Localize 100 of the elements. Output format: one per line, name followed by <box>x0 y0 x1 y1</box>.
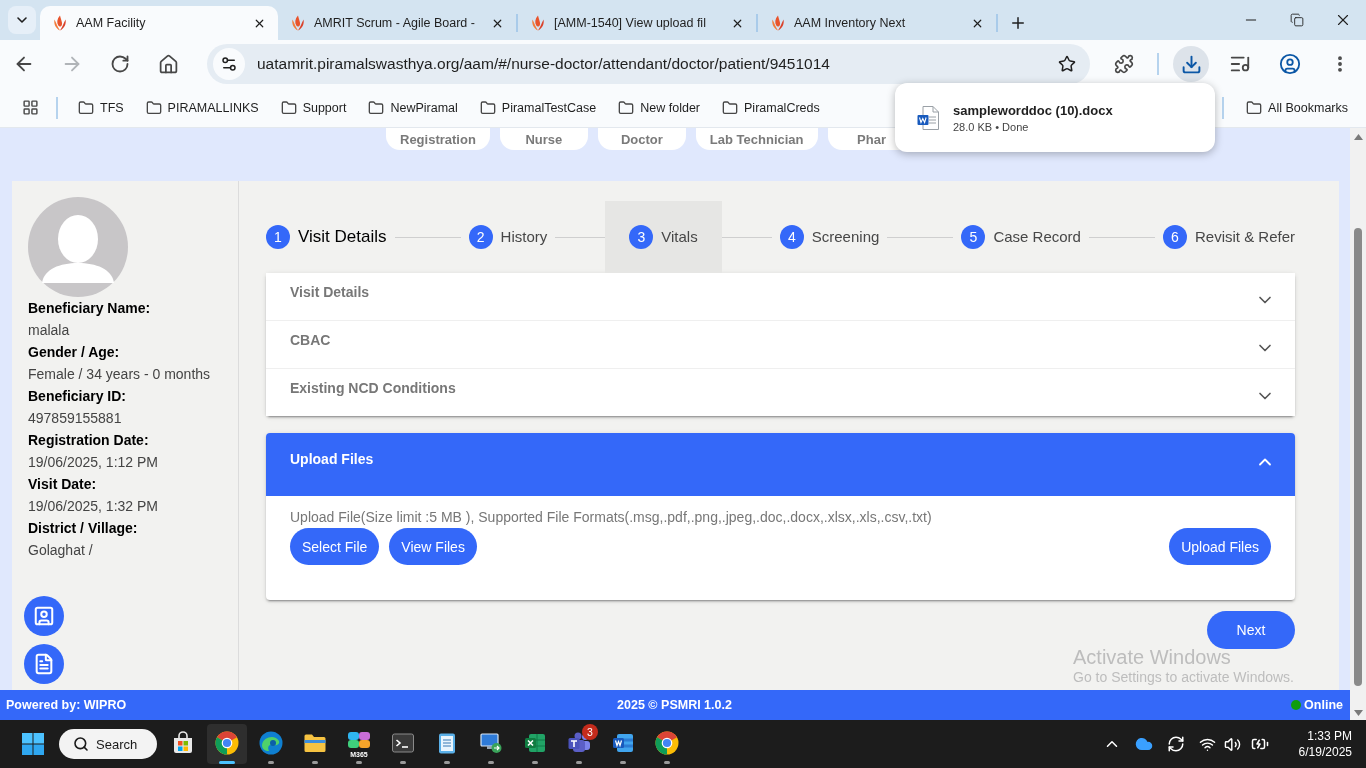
contact-card-icon <box>33 605 55 627</box>
bookmark-folder[interactable]: PiramalTestCase <box>471 93 605 122</box>
stepper-step[interactable]: 3 Vitals <box>605 201 722 273</box>
flame-logo-icon <box>52 15 68 31</box>
download-file-name: sampleworddoc (10).docx <box>953 102 1113 118</box>
stepper-step[interactable]: 4 Screening <box>755 201 904 273</box>
bookmark-folder[interactable]: Support <box>272 93 355 122</box>
folder-icon <box>145 99 162 116</box>
bookmark-folder[interactable]: PIRAMALLINKS <box>137 93 267 122</box>
field-value: 19/06/2025, 1:32 PM <box>28 497 159 516</box>
browser-tab[interactable]: AAM Facility <box>40 6 278 40</box>
field-value: malala <box>28 321 71 340</box>
field-label: Visit Date: <box>28 475 98 494</box>
stepper-step[interactable]: 2 History <box>444 201 572 273</box>
accordion-header[interactable]: Visit Details <box>266 273 1295 320</box>
clock-date: 6/19/2025 <box>1298 744 1352 760</box>
new-tab-icon[interactable] <box>1009 14 1027 32</box>
scroll-down-arrow-icon[interactable] <box>1353 710 1363 716</box>
role-tab[interactable]: Lab Technician <box>695 128 818 150</box>
accordion-header[interactable]: Existing NCD Conditions <box>266 368 1295 416</box>
next-button[interactable]: Next <box>1207 611 1295 649</box>
site-settings-button[interactable] <box>213 48 245 80</box>
downloads-button[interactable] <box>1173 46 1209 82</box>
folder-icon <box>1246 99 1263 116</box>
reload-icon[interactable] <box>110 54 130 74</box>
role-tab[interactable]: Registration <box>386 128 490 150</box>
scrollbar-track[interactable] <box>1350 128 1366 720</box>
grid-icon[interactable] <box>21 99 39 116</box>
profile-icon[interactable] <box>1279 53 1301 75</box>
start-icon[interactable] <box>22 733 44 755</box>
document-button[interactable] <box>24 644 64 684</box>
field-value: Female / 34 years - 0 months <box>28 365 212 384</box>
browser-icon <box>215 731 239 755</box>
stepper-step[interactable]: 6 Revisit & Refer <box>1139 201 1320 273</box>
folder-icon <box>618 99 635 116</box>
address-bar[interactable]: uatamrit.piramalswasthya.org/aam/#/nurse-doctor/attendant/doctor/patient/9451014 <box>207 44 1090 84</box>
document-app-icon <box>611 731 635 755</box>
accordion-header[interactable]: CBAC <box>266 320 1295 368</box>
stepper-step[interactable]: 5 Case Record <box>937 201 1105 273</box>
folder-icon <box>78 99 94 116</box>
flame-logo-icon <box>290 15 306 31</box>
field-value: 19/06/2025, 1:12 PM <box>28 453 159 472</box>
bookmark-folder[interactable]: TFS <box>70 93 132 122</box>
bookmark-folder[interactable]: New folder <box>610 93 709 122</box>
restore-icon[interactable] <box>1290 13 1304 27</box>
role-tab[interactable]: Nurse <box>499 128 588 150</box>
taskbar-app-button[interactable] <box>207 724 247 764</box>
bookmark-folder[interactable]: PiramalCreds <box>714 93 828 122</box>
sliders-icon <box>220 55 238 73</box>
field-label: Gender / Age: <box>28 343 121 362</box>
terminal-icon <box>391 731 415 755</box>
view-files-button[interactable]: View Files <box>389 528 477 565</box>
flame-logo-icon <box>770 15 786 31</box>
search-box[interactable]: Search <box>59 729 157 759</box>
step-number: 6 <box>1163 225 1187 249</box>
star-icon[interactable] <box>1058 55 1076 73</box>
profile-card-button[interactable] <box>24 596 64 636</box>
download-icon <box>1180 53 1202 75</box>
field-value: Golaghat / <box>28 541 94 560</box>
notification-badge: 3 <box>582 724 598 740</box>
monitor-icon <box>479 731 503 755</box>
download-status: 28.0 KB • Done <box>953 120 1030 133</box>
bookmark-folder[interactable]: NewPiramal <box>360 93 466 122</box>
powered-by-text: Powered by: WIPRO <box>6 698 127 712</box>
select-file-button[interactable]: Select File <box>290 528 380 565</box>
step-number: 5 <box>961 225 986 249</box>
taskbar-app-button[interactable]: 3 <box>559 724 599 764</box>
spreadsheet-icon <box>523 731 547 755</box>
tab-search-button[interactable] <box>8 6 36 34</box>
upload-hint: Upload File(Size limit :5 MB ), Supported File Formats(.msg,.pdf,.png,.jpeg,.doc,.docx,.xlsx,.xls,.csv,.txt) <box>290 509 933 525</box>
all-bookmarks-button[interactable]: All Bookmarks <box>1238 93 1356 122</box>
status-text: Online <box>1304 698 1343 712</box>
step-number: 4 <box>779 225 804 249</box>
sync-icon[interactable] <box>1166 735 1185 753</box>
step-number: 2 <box>468 225 493 249</box>
field-label: District / Village: <box>28 519 139 538</box>
document-icon <box>33 653 55 675</box>
cloud-icon[interactable] <box>1134 735 1153 753</box>
browser-icon <box>655 731 679 755</box>
url-text: uatamrit.piramalswasthya.org/aam/#/nurse-doctor/attendant/doctor/patient/9451014 <box>257 55 831 73</box>
home-icon[interactable] <box>157 53 179 75</box>
search-icon <box>73 736 89 752</box>
folder-icon <box>280 99 297 116</box>
scrollbar-thumb[interactable] <box>1354 228 1362 686</box>
role-tab[interactable]: Doctor <box>597 128 686 150</box>
document-file-icon <box>917 105 939 130</box>
puzzle-icon[interactable] <box>1114 54 1134 74</box>
upload-files-button[interactable]: Upload Files <box>1169 528 1271 565</box>
folder-icon <box>479 99 496 116</box>
browser-tab[interactable]: AAM Inventory Next <box>758 6 996 40</box>
speaker-icon[interactable] <box>1223 735 1241 753</box>
store-bag-icon <box>171 731 195 755</box>
field-label: Registration Date: <box>28 431 150 450</box>
upload-panel-header[interactable]: Upload Files <box>266 433 1295 496</box>
scroll-up-arrow-icon[interactable] <box>1353 134 1363 140</box>
browser-tab[interactable]: AMRIT Scrum - Agile Board - <box>278 6 516 40</box>
field-label: Beneficiary ID: <box>28 387 128 406</box>
stepper-step[interactable]: 1 Visit Details <box>242 201 411 273</box>
flame-logo-icon <box>530 15 546 31</box>
browser-tab[interactable]: [AMM-1540] View upload fil <box>518 6 756 40</box>
